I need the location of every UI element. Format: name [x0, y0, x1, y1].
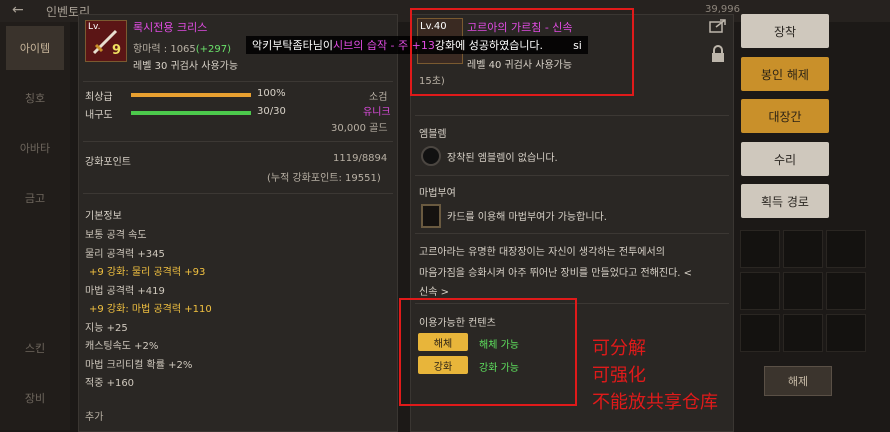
share-icon[interactable]	[709, 19, 727, 33]
stat-line: 적중 +160	[85, 378, 135, 389]
card-slot-icon[interactable]	[421, 204, 441, 228]
divider	[415, 115, 729, 116]
unseal-button[interactable]: 봉인 해제	[741, 57, 829, 91]
equip-button[interactable]: 장착	[741, 14, 829, 48]
divider	[83, 141, 393, 142]
item-icon: Lv. 9	[85, 20, 127, 62]
tab-vault[interactable]: 금고	[6, 176, 64, 220]
grade-bar-fill	[131, 93, 251, 97]
durability-bar	[131, 111, 251, 115]
release-button[interactable]: 해제	[764, 366, 832, 396]
more-label: 추가	[85, 412, 104, 423]
stat-line: 지능 +25	[85, 322, 128, 334]
stat-line: +9 강화: 마법 공격력 +110	[89, 304, 212, 315]
left-tabs: 아이템 칭호 아바타 금고 스킨 장비	[0, 22, 70, 430]
power-label: 항마력 : 1065(+297)	[133, 44, 232, 55]
desc-line-1: 고르아라는 유명한 대장장이는 자신이 생각하는 전투에서의	[419, 247, 665, 258]
stat-line: 마법 공격력 +419	[85, 285, 165, 297]
divider	[415, 175, 729, 176]
item-requirement: 레벨 30 귀검사 사용가능	[133, 61, 239, 72]
inventory-slot[interactable]	[826, 230, 866, 268]
enchant-text: 카드를 이용해 마법부여가 가능합니다.	[447, 212, 607, 223]
enh-points-label: 강화포인트	[85, 157, 131, 168]
grade-value: 100%	[257, 88, 286, 99]
durability-bar-fill	[131, 111, 251, 115]
annotation-no-share: 不能放共享仓库	[592, 392, 718, 413]
annotation-box-content	[399, 298, 577, 406]
stat-line: 캐스팅속도 +2%	[85, 341, 159, 352]
stat-line: +9 강화: 물리 공격력 +93	[89, 267, 206, 278]
dagger-icon	[92, 29, 118, 55]
item-name: 록시전용 크리스	[133, 21, 208, 34]
durability-value: 30/30	[257, 106, 286, 117]
divider	[83, 81, 393, 82]
stat-line: 물리 공격력 +345	[85, 248, 165, 260]
inventory-slot[interactable]	[826, 272, 866, 310]
inventory-slot[interactable]	[740, 230, 780, 268]
enchant-title: 마법부여	[419, 188, 456, 199]
stat-line: 마법 크리티컬 확률 +2%	[85, 359, 193, 371]
acquire-path-button[interactable]: 획득 경로	[741, 184, 829, 218]
inventory-slot[interactable]	[740, 272, 780, 310]
tab-items[interactable]: 아이템	[6, 26, 64, 70]
emblem-text: 장착된 엠블렘이 없습니다.	[447, 153, 558, 164]
repair-button[interactable]: 수리	[741, 142, 829, 176]
inventory-slot[interactable]	[740, 314, 780, 352]
enh-points-total: (누적 강화포인트: 19551)	[267, 173, 381, 184]
divider	[415, 233, 729, 234]
item-type: 소검	[369, 92, 388, 103]
tab-titles[interactable]: 칭호	[6, 76, 64, 120]
inventory-slot[interactable]	[783, 314, 823, 352]
stat-line: 보통 공격 속도	[85, 230, 147, 241]
rarity: 유니크	[363, 107, 391, 118]
tab-avatar[interactable]: 아바타	[6, 126, 64, 170]
divider	[83, 193, 393, 194]
annotation-disassemble: 可分解	[592, 338, 646, 359]
basic-info-title: 기본정보	[85, 211, 122, 222]
grade-label: 최상급	[85, 92, 113, 103]
desc-line-2: 마음가짐을 승화시켜 아주 뛰어난 장비를 만들었다고 전해진다. <	[419, 268, 693, 279]
price: 30,000 골드	[331, 123, 388, 134]
desc-line-3: 신속 >	[419, 287, 449, 298]
lock-icon[interactable]	[711, 45, 725, 63]
annotation-enhance: 可强化	[592, 365, 646, 386]
annotation-box-header	[410, 8, 634, 96]
smithy-button[interactable]: 대장간	[741, 99, 829, 133]
grade-bar	[131, 93, 251, 97]
back-icon[interactable]: ←	[12, 2, 24, 18]
emblem-slot-icon[interactable]	[421, 146, 441, 166]
enh-points-value: 1119/8894	[333, 153, 388, 164]
tab-skin[interactable]: 스킨	[6, 326, 64, 370]
inventory-slot[interactable]	[826, 314, 866, 352]
notification-user: 악키부탁좀타님이	[252, 39, 333, 52]
emblem-title: 엠블렘	[419, 129, 447, 140]
durability-label: 내구도	[85, 110, 113, 121]
inventory-slot[interactable]	[783, 230, 823, 268]
tab-equip[interactable]: 장비	[6, 376, 64, 420]
item-tooltip-panel: Lv. 9 록시전용 크리스 항마력 : 1065(+297) 레벨 30 귀검…	[78, 14, 398, 432]
inventory-slot[interactable]	[783, 272, 823, 310]
